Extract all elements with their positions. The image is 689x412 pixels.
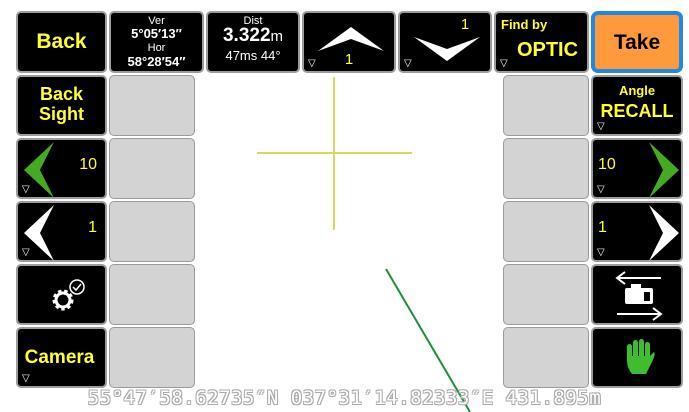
back-sight-line1: Back bbox=[39, 84, 84, 104]
swap-direction-button[interactable] bbox=[591, 264, 683, 325]
empty-slot bbox=[503, 201, 589, 262]
step-up-button[interactable]: 1 ▽ bbox=[302, 11, 396, 73]
rotate-left-small-button[interactable]: 1 ▽ bbox=[16, 201, 107, 262]
empty-slot bbox=[109, 138, 195, 199]
rotate-right-big-button[interactable]: 10 ▽ bbox=[591, 138, 683, 199]
back-sight-button[interactable]: Back Sight bbox=[16, 75, 107, 136]
up-step-value: 1 bbox=[344, 51, 354, 68]
hand-icon bbox=[627, 339, 655, 374]
dropdown-triangle-icon: ▽ bbox=[500, 58, 508, 69]
empty-slot bbox=[109, 201, 195, 262]
empty-slot bbox=[503, 75, 589, 136]
camera-button-label: Camera bbox=[24, 347, 95, 368]
arrow-right-white-icon bbox=[649, 205, 679, 261]
empty-slot bbox=[109, 75, 195, 136]
dist-unit: m bbox=[270, 28, 284, 45]
hor-label: Hor bbox=[147, 42, 166, 54]
find-by-label: Find by bbox=[501, 17, 548, 32]
empty-slot bbox=[109, 327, 195, 388]
empty-slot bbox=[503, 264, 589, 325]
vertical-horizontal-angle-display[interactable]: Ver 5°05′13″ Hor 58°28′54″ bbox=[109, 11, 204, 73]
find-by-button[interactable]: Find by OPTIC ▽ bbox=[494, 11, 589, 73]
back-button[interactable]: Back bbox=[16, 11, 107, 73]
chevron-up-icon bbox=[318, 27, 384, 51]
empty-slot bbox=[109, 264, 195, 325]
left-small-step: 1 bbox=[88, 219, 97, 236]
distance-display[interactable]: Dist 3.322m 47ms 44° bbox=[206, 11, 300, 73]
dropdown-triangle-icon: ▽ bbox=[597, 121, 605, 132]
rotate-right-small-button[interactable]: 1 ▽ bbox=[591, 201, 683, 262]
back-sight-line2: Sight bbox=[39, 104, 84, 124]
dist-time: 47ms 44° bbox=[225, 48, 281, 63]
take-button-label: Take bbox=[613, 31, 661, 54]
recall-label: RECALL bbox=[600, 101, 674, 121]
dropdown-triangle-icon: ▽ bbox=[597, 247, 605, 258]
dropdown-triangle-icon: ▽ bbox=[404, 58, 412, 69]
back-button-label: Back bbox=[36, 30, 87, 53]
settings-button[interactable] bbox=[16, 264, 107, 325]
empty-slot bbox=[503, 327, 589, 388]
take-button[interactable]: Take bbox=[591, 11, 683, 73]
right-small-step: 1 bbox=[598, 219, 607, 236]
step-down-button[interactable]: 1 ▽ bbox=[398, 11, 492, 73]
right-big-step: 10 bbox=[598, 156, 616, 173]
find-by-value: OPTIC bbox=[516, 39, 579, 61]
gps-coordinates: 55°47′58.62735″N 037°31′14.82333″E 431.8… bbox=[87, 387, 602, 409]
dropdown-triangle-icon: ▽ bbox=[22, 184, 30, 195]
camera-view: Back Ver 5°05′13″ Hor 58°28′54″ Dist 3.3… bbox=[0, 0, 689, 412]
dist-value: 3.322 bbox=[222, 25, 271, 46]
dropdown-triangle-icon: ▽ bbox=[22, 373, 30, 384]
swap-direction-icon bbox=[615, 271, 663, 321]
dropdown-triangle-icon: ▽ bbox=[597, 184, 605, 195]
ver-value: 5°05′13″ bbox=[131, 26, 182, 41]
chevron-down-icon bbox=[414, 37, 480, 61]
dist-value-row: 3.322m bbox=[208, 25, 298, 47]
rotate-left-big-button[interactable]: 10 ▽ bbox=[16, 138, 107, 199]
dropdown-triangle-icon: ▽ bbox=[22, 247, 30, 258]
dropdown-triangle-icon: ▽ bbox=[308, 58, 316, 69]
hor-value: 58°28′54″ bbox=[127, 54, 186, 69]
settings-check-icon bbox=[52, 279, 85, 311]
angle-recall-button[interactable]: Angle RECALL ▽ bbox=[591, 75, 683, 136]
hand-tool-button[interactable] bbox=[591, 327, 683, 388]
empty-slot bbox=[503, 138, 589, 199]
down-step-value: 1 bbox=[460, 16, 470, 33]
angle-label: Angle bbox=[618, 83, 656, 98]
camera-button[interactable]: Camera ▽ bbox=[16, 327, 107, 388]
left-big-step: 10 bbox=[79, 156, 97, 173]
arrow-right-green-icon bbox=[649, 142, 679, 198]
